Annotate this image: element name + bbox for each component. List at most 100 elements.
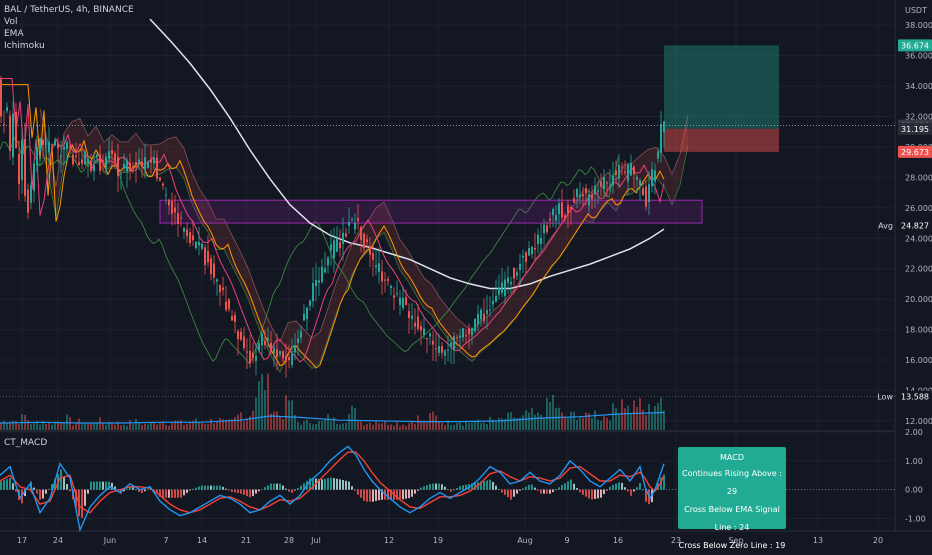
candle-body <box>474 318 476 332</box>
macd-histogram-bar <box>360 489 362 498</box>
macd-histogram-bar <box>321 479 323 490</box>
candle-body <box>480 309 482 320</box>
candle-body <box>630 163 632 176</box>
macd-histogram-bar <box>273 483 275 490</box>
price-marker-value: 24.827 <box>901 222 929 231</box>
volume-bar <box>69 417 71 430</box>
candle-body <box>372 253 374 260</box>
macd-histogram-bar <box>585 489 587 497</box>
candle-body <box>660 123 662 153</box>
macd-histogram-bar <box>423 486 425 490</box>
position-stop-zone[interactable] <box>664 128 779 152</box>
volume-bar <box>534 414 536 430</box>
macd-histogram-bar <box>576 488 578 490</box>
candle-body <box>330 244 332 251</box>
volume-bar <box>18 423 20 430</box>
candle-body <box>378 263 380 272</box>
macd-histogram-bar <box>9 477 11 490</box>
resistance-zone-box[interactable] <box>159 199 703 224</box>
volume-bar <box>135 418 137 430</box>
volume-bar <box>189 421 191 430</box>
volume-bar <box>246 418 248 430</box>
volume-indicator-label[interactable]: Vol <box>4 16 134 28</box>
candle-body <box>171 201 173 214</box>
candle-body <box>642 188 644 196</box>
candle-body <box>321 266 323 282</box>
macd-histogram-bar <box>192 488 194 490</box>
volume-bar <box>87 423 89 430</box>
candle-body <box>159 177 161 181</box>
volume-bar <box>60 422 62 430</box>
candle-body <box>306 307 308 320</box>
candle-body <box>390 286 392 289</box>
candle-body <box>513 267 515 279</box>
macd-histogram-bar <box>462 485 464 490</box>
time-tick-label: 17 <box>17 536 27 545</box>
candle-body <box>300 331 302 338</box>
trading-chart[interactable]: 38.00036.00034.00032.00030.00028.00026.0… <box>0 0 932 550</box>
macd-histogram-bar <box>519 489 521 491</box>
macd-histogram-bar <box>174 489 176 498</box>
volume-bar <box>384 421 386 430</box>
volume-bar <box>363 425 365 430</box>
candle-body <box>477 314 479 325</box>
candle-body <box>465 335 467 337</box>
macd-histogram-bar <box>594 489 596 499</box>
volume-bar <box>549 402 551 430</box>
macd-histogram-bar <box>513 489 515 497</box>
candle-body <box>570 206 572 210</box>
candle-body <box>57 143 59 149</box>
position-target-zone[interactable] <box>664 45 779 129</box>
candle-body <box>420 326 422 331</box>
candle-body <box>303 313 305 321</box>
volume-bar <box>639 398 641 430</box>
candle-body <box>225 301 227 310</box>
macd-histogram-bar <box>357 489 359 495</box>
macd-histogram-bar <box>84 489 86 506</box>
candle-body <box>612 175 614 186</box>
volume-bar <box>618 414 620 430</box>
candle-body <box>618 164 620 179</box>
macd-histogram-bar <box>639 482 641 490</box>
macd-histogram-bar <box>165 489 167 498</box>
volume-bar <box>462 425 464 430</box>
candle-body <box>219 284 221 293</box>
macd-indicator-label[interactable]: CT_MACD <box>4 438 47 448</box>
candle-body <box>438 346 440 353</box>
ichimoku-indicator-label[interactable]: Ichimoku <box>4 40 134 52</box>
macd-histogram-bar <box>438 483 440 490</box>
volume-bar <box>426 422 428 430</box>
macd-histogram-bar <box>219 485 221 490</box>
macd-histogram-bar <box>288 489 290 492</box>
candle-body <box>39 138 41 152</box>
volume-bar <box>105 424 107 430</box>
volume-bar <box>498 417 500 430</box>
symbol-title[interactable]: BAL / TetherUS, 4h, BINANCE <box>4 4 134 16</box>
volume-bar <box>234 417 236 430</box>
macd-info-line: Cross Below Zero Line : 19 <box>678 541 786 550</box>
macd-histogram-bar <box>6 479 8 490</box>
volume-bar <box>468 422 470 430</box>
volume-bar <box>147 424 149 430</box>
indicator-legend: BAL / TetherUS, 4h, BINANCE Vol EMA Ichi… <box>4 4 134 52</box>
candle-body <box>486 310 488 314</box>
candle-body <box>450 343 452 348</box>
candle-body <box>381 271 383 282</box>
volume-bar <box>597 419 599 430</box>
candle-body <box>66 142 68 150</box>
macd-histogram-bar <box>213 485 215 490</box>
volume-bar <box>570 411 572 430</box>
volume-bar <box>654 405 656 430</box>
candle-body <box>459 335 461 338</box>
volume-bar <box>132 424 134 430</box>
macd-histogram-bar <box>564 483 566 490</box>
price-tick-label: 34.000 <box>905 82 932 91</box>
candle-body <box>489 309 491 311</box>
volume-bar <box>372 424 374 430</box>
macd-histogram-bar <box>132 487 134 490</box>
ema-indicator-label[interactable]: EMA <box>4 28 134 40</box>
macd-tick-label: 1.00 <box>905 457 923 466</box>
volume-bar <box>339 424 341 430</box>
candle-body <box>588 194 590 206</box>
volume-bar <box>360 421 362 430</box>
